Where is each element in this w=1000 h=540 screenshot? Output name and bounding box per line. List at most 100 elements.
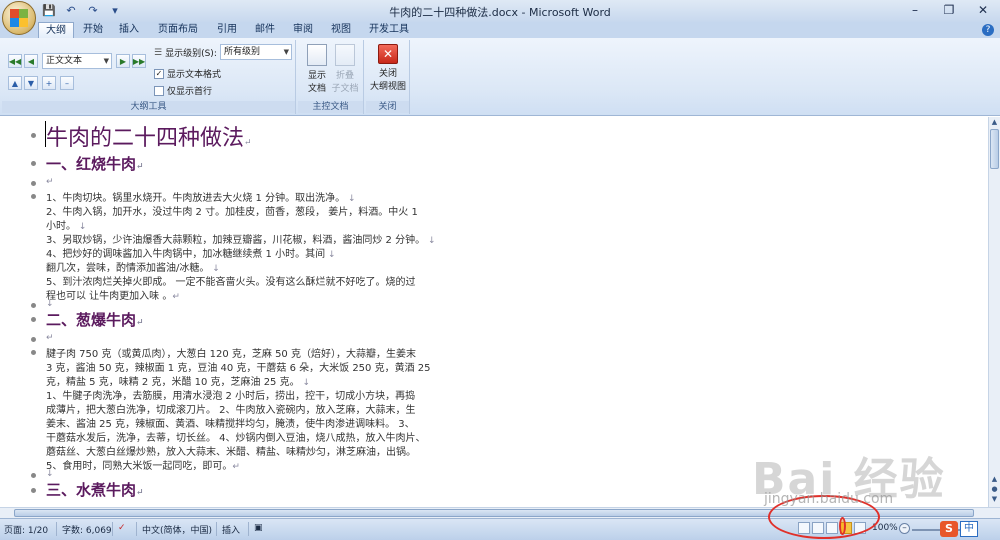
section2-heading: 二、葱爆牛肉↵ <box>46 311 144 329</box>
help-icon[interactable]: ? <box>982 24 994 36</box>
outline-bullet <box>31 303 36 308</box>
restore-icon[interactable]: ❐ <box>932 0 966 20</box>
section1-line-4: 3、另取炒锅，少许油爆香大蒜颗粒，加辣豆瓣酱，川花椒，料酒，酱油同炒 2 分钟。… <box>46 235 436 246</box>
section2-line-2: 3 克，酱油 50 克，辣椒面 1 克，豆油 40 克，干蘑菇 6 朵，大米饭 … <box>46 363 431 374</box>
show-first-line-row[interactable]: 仅显示首行 <box>154 84 212 97</box>
select-browse-object-icon[interactable]: ● <box>989 485 1000 495</box>
demote-to-body-icon[interactable]: ▶▶ <box>132 54 146 68</box>
insert-mode[interactable]: 插入 <box>222 523 240 536</box>
section1-line-3: 小时。 ↓ <box>46 221 87 232</box>
outline-bullet[interactable] <box>31 133 36 138</box>
collapse-icon[interactable]: – <box>60 76 74 90</box>
section1-line-2: 2、牛肉入锅，加开水，没过牛肉 2 寸。加桂皮，茴香，葱段， 姜片，料酒。中火 … <box>46 207 418 218</box>
section1-line-7: 5、到汁浓肉烂关掉火即成。 一定不能吝啬火头。没有这么酥烂就不好吃了。烧的过 <box>46 277 416 288</box>
office-button[interactable] <box>2 1 36 35</box>
horizontal-scrollbar[interactable] <box>0 507 1000 518</box>
save-icon[interactable]: 💾 <box>40 2 58 19</box>
quick-access-toolbar: 💾 ↶ ↷ ▾ <box>40 2 124 19</box>
customize-icon[interactable]: ▾ <box>106 2 124 19</box>
minimize-icon[interactable]: – <box>898 0 932 20</box>
collapse-subdocuments-icon <box>335 44 355 66</box>
language-indicator[interactable]: 中文(简体，中国) <box>142 523 212 536</box>
scroll-prev-page-icon[interactable]: ▲ <box>989 475 1000 485</box>
expand-icon[interactable]: + <box>42 76 56 90</box>
zoom-level[interactable]: 100% <box>872 523 898 533</box>
full-screen-reading-view-icon[interactable] <box>812 522 824 534</box>
show-level-combo[interactable]: 所有级别 ▼ <box>220 44 292 60</box>
show-level-label: 显示级别(S): <box>165 49 217 59</box>
section3-heading: 三、水煮牛肉↵ <box>46 481 144 499</box>
collapse-label-1: 折叠 <box>335 71 354 81</box>
macro-record-icon[interactable]: ▣ <box>254 523 263 533</box>
window-controls: – ❐ ✕ <box>898 0 1000 20</box>
sogou-ime-icon[interactable]: S <box>940 521 958 537</box>
demote-icon[interactable]: ▶ <box>116 54 130 68</box>
tab-review[interactable]: 审阅 <box>286 22 320 38</box>
show-first-line-label: 仅显示首行 <box>167 87 213 97</box>
outline-tools-label: 大纲工具 <box>2 101 295 113</box>
scroll-next-page-icon[interactable]: ▼ <box>989 495 1000 505</box>
empty-paragraph: ↵ <box>46 333 54 343</box>
section1-heading: 一、红烧牛肉↵ <box>46 155 144 173</box>
close-window-icon[interactable]: ✕ <box>966 0 1000 20</box>
close-icon: ✕ <box>378 44 398 64</box>
tab-page-layout[interactable]: 页面布局 <box>150 22 206 38</box>
section1-line-6: 翻几次，尝味，酌情添加酱油/冰糖。 ↓ <box>46 263 220 274</box>
collapse-label-2: 子文档 <box>331 84 359 94</box>
draft-view-icon[interactable] <box>854 522 866 534</box>
empty-paragraph: ↵ <box>46 177 54 187</box>
show-level-row: ☰ 显示级别(S): <box>154 46 217 60</box>
horizontal-scroll-thumb[interactable] <box>14 509 974 517</box>
outline-bullet[interactable] <box>31 161 36 166</box>
show-first-line-checkbox[interactable] <box>154 85 164 96</box>
tab-home[interactable]: 开始 <box>76 22 110 38</box>
outline-bullet[interactable] <box>31 488 36 493</box>
word-count[interactable]: 字数: 6,069 <box>62 523 112 536</box>
ribbon: ◀◀ ◀ 正文文本 ▼ ▶ ▶▶ ▲ ▼ + – ☰ 显示级别(S): 所有级别 ▼… <box>0 38 1000 116</box>
document-area[interactable]: 牛肉的二十四种做法↵ 一、红烧牛肉↵ ↵ 1、牛肉切块。锅里水烧开。牛肉放进去大… <box>0 117 988 507</box>
redo-icon[interactable]: ↷ <box>84 2 102 19</box>
outline-level-combo[interactable]: 正文文本 ▼ <box>42 53 112 69</box>
web-layout-view-icon[interactable] <box>826 522 838 534</box>
promote-icon[interactable]: ◀ <box>24 54 38 68</box>
tab-mailings[interactable]: 邮件 <box>248 22 282 38</box>
tab-view[interactable]: 视图 <box>324 22 358 38</box>
move-down-icon[interactable]: ▼ <box>24 76 38 90</box>
page-count[interactable]: 页面: 1/20 <box>4 523 48 536</box>
ime-chinese-mode[interactable]: 中 <box>960 521 978 537</box>
vertical-scrollbar[interactable]: ▲ ▲ ● ▼ <box>988 117 1000 507</box>
vertical-scroll-thumb[interactable] <box>990 129 999 169</box>
print-layout-view-icon[interactable] <box>798 522 810 534</box>
section2-line-1: 腱子肉 750 克（或黄瓜肉），大葱白 120 克，芝麻 50 克（焙好），大蒜… <box>46 349 416 360</box>
proofing-icon[interactable]: ✓ <box>118 523 126 533</box>
close-group-label: 关闭 <box>366 101 409 113</box>
tab-developer[interactable]: 开发工具 <box>364 22 414 38</box>
move-up-icon[interactable]: ▲ <box>8 76 22 90</box>
tab-outline[interactable]: 大纲 <box>38 22 74 38</box>
tab-insert[interactable]: 插入 <box>112 22 146 38</box>
tab-references[interactable]: 引用 <box>210 22 244 38</box>
outline-bullet[interactable] <box>31 317 36 322</box>
undo-icon[interactable]: ↶ <box>62 2 80 19</box>
section2-line-3: 克，精盐 5 克，味精 2 克，米醋 10 克，芝麻油 25 克。 ↓ <box>46 377 311 388</box>
group-master-document: 显示 文档 折叠 子文档 主控文档 <box>298 40 364 114</box>
outline-bullet <box>31 350 36 355</box>
show-level-icon: ☰ <box>154 47 163 58</box>
outline-view-icon[interactable] <box>840 522 852 534</box>
section2-line-8: 蘑菇丝、大葱白丝爆炒熟，放入大蒜末、米醋、精盐、味精炒匀，淋芝麻油，出锅。 <box>46 447 416 458</box>
scroll-up-icon[interactable]: ▲ <box>989 118 1000 128</box>
section1-line-8: 程也可以 让牛肉更加入味 。↵ <box>46 291 180 302</box>
empty-paragraph: ↓ <box>46 469 54 479</box>
show-text-format-checkbox[interactable]: ✓ <box>154 68 164 79</box>
promote-to-heading1-icon[interactable]: ◀◀ <box>8 54 22 68</box>
zoom-out-icon[interactable]: – <box>899 523 910 534</box>
collapse-subdocuments-button[interactable]: 折叠 子文档 <box>326 42 364 98</box>
section2-line-5: 成薄片，把大葱白洗净，切成滚刀片。 2、牛肉放入瓷碗内，放入芝麻，大蒜末，生 <box>46 405 416 416</box>
close-outline-view-button[interactable]: ✕ 关闭 大纲视图 <box>368 42 408 98</box>
group-outline-tools: ◀◀ ◀ 正文文本 ▼ ▶ ▶▶ ▲ ▼ + – ☰ 显示级别(S): 所有级别 ▼… <box>2 40 296 114</box>
empty-paragraph: ↓ <box>46 299 54 309</box>
close-outline-label-1: 关闭 <box>378 69 397 79</box>
close-outline-label-2: 大纲视图 <box>369 82 406 92</box>
show-text-format-row[interactable]: ✓ 显示文本格式 <box>154 67 221 80</box>
section1-line-1: 1、牛肉切块。锅里水烧开。牛肉放进去大火烧 1 分钟。取出洗净。 ↓ <box>46 193 356 204</box>
